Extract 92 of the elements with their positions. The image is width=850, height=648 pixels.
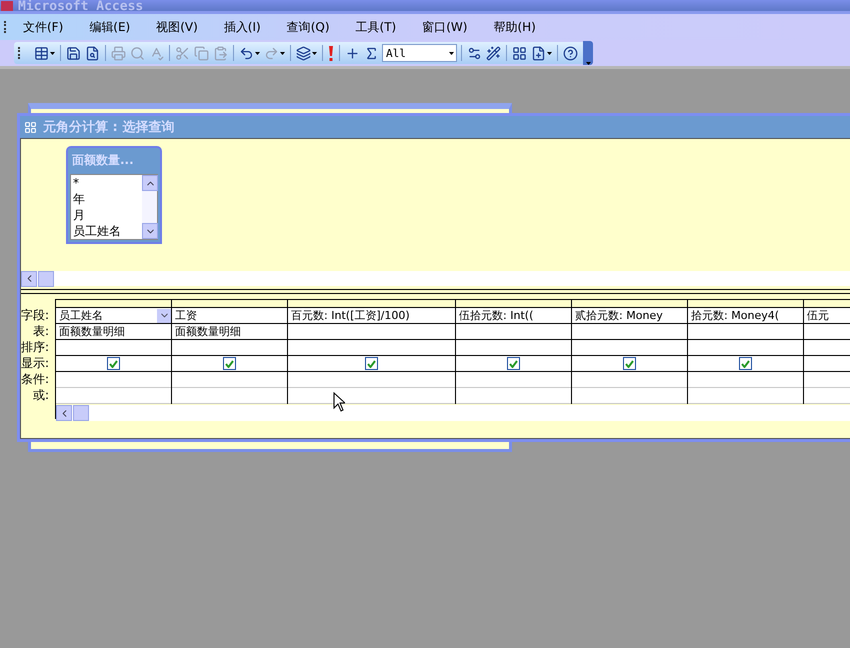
menu-item[interactable]: 查询(Q) [280,16,336,38]
sort-cell[interactable] [288,340,456,356]
filter-combo[interactable]: All [382,44,457,62]
save-icon [66,46,81,60]
table-cell[interactable]: 面额数量明细 [56,324,172,340]
field-item[interactable]: 员工姓名 [73,223,142,239]
grid-icon [512,46,527,60]
menu-item[interactable]: 编辑(E) [83,16,136,38]
query-icon [24,120,37,134]
or-cell[interactable] [172,388,288,404]
scroll-thumb[interactable] [73,405,90,421]
row-label: 表: [32,323,50,339]
show-checkbox[interactable] [739,357,752,370]
window-title: 元角分计算 : 选择查询 [43,119,174,136]
help-icon [563,46,578,60]
table-cell[interactable]: 面额数量明细 [172,324,288,340]
settings-icon [467,46,482,60]
row-label: 或: [32,387,50,403]
criteria-cell[interactable] [688,372,804,388]
criteria-cell[interactable] [572,372,688,388]
or-cell[interactable] [572,388,688,404]
combo-value: All [386,46,406,60]
row-label: 显示: [21,355,50,371]
sort-cell[interactable] [572,340,688,356]
toolbar-button[interactable] [327,43,335,63]
show-checkbox[interactable] [223,357,236,370]
printer-icon [111,46,126,60]
table-icon [34,46,49,60]
show-checkbox[interactable] [507,357,520,370]
sort-cell[interactable] [456,340,572,356]
criteria-cell[interactable] [288,372,456,388]
table-cell[interactable] [688,324,804,340]
row-label: 排序: [21,339,50,355]
field-item[interactable]: 月 [73,207,142,223]
scroll-left-button[interactable] [21,270,37,286]
menu-item[interactable]: 视图(V) [150,16,204,38]
criteria-cell[interactable] [172,372,288,388]
row-label: 条件: [21,371,50,387]
field-item[interactable]: 年 [73,191,142,207]
scissors-icon [175,46,190,60]
field-cell[interactable]: 工资 [172,308,288,324]
caret-icon [449,52,454,54]
spellcheck-icon [149,46,164,60]
sort-cell[interactable] [688,340,804,356]
table-cell[interactable] [572,324,688,340]
show-checkbox[interactable] [365,357,378,370]
show-checkbox[interactable] [623,357,636,370]
table-cell[interactable] [456,324,572,340]
paste-icon [213,46,228,60]
new-file-icon [531,46,546,60]
menu-item[interactable]: 窗口(W) [416,16,474,38]
app-icon [0,1,14,11]
scroll-left-button[interactable] [56,405,72,421]
or-cell[interactable] [456,388,572,404]
menu-item[interactable]: 工具(T) [350,16,402,38]
document-search-icon [85,46,100,60]
row-label: 字段: [21,307,50,323]
undo-icon [239,46,254,60]
sigma-icon [364,46,379,60]
caret-icon [586,62,590,65]
plus-icon [345,46,360,60]
criteria-cell[interactable] [456,372,572,388]
field-list-title: 面额数量... [71,152,135,169]
field-cell[interactable]: 员工姓名 [56,308,172,324]
field-cell[interactable]: 伍元 [804,308,850,324]
or-cell[interactable] [688,388,804,404]
magnifier-icon [130,46,145,60]
copy-icon [194,46,209,60]
scroll-thumb[interactable] [38,270,54,286]
exclamation-icon [328,46,334,60]
dropdown-button[interactable] [157,308,172,322]
layers-icon [296,46,311,60]
field-cell[interactable]: 拾元数: Money4( [688,308,804,324]
show-checkbox[interactable] [107,357,120,370]
menu-item[interactable]: 插入(I) [218,16,267,38]
toolbar-options[interactable] [583,41,593,65]
sort-cell[interactable] [172,340,288,356]
criteria-cell[interactable] [56,372,172,388]
or-cell[interactable] [56,388,172,404]
or-cell[interactable] [288,388,456,404]
sort-cell[interactable] [56,340,172,356]
table-cell[interactable] [288,324,456,340]
redo-icon [264,46,279,60]
scroll-down-button[interactable] [142,223,158,239]
field-cell[interactable]: 伍拾元数: Int(( [456,308,572,324]
field-cell[interactable]: 百元数: Int([工资]/100) [288,308,456,324]
menu-item[interactable]: 帮助(H) [487,16,542,38]
wand-icon [486,46,501,60]
field-cell[interactable]: 贰拾元数: Money [572,308,688,324]
menu-item[interactable]: 文件(F) [17,16,70,38]
field-item[interactable]: * [73,175,142,191]
scroll-up-button[interactable] [142,175,158,191]
